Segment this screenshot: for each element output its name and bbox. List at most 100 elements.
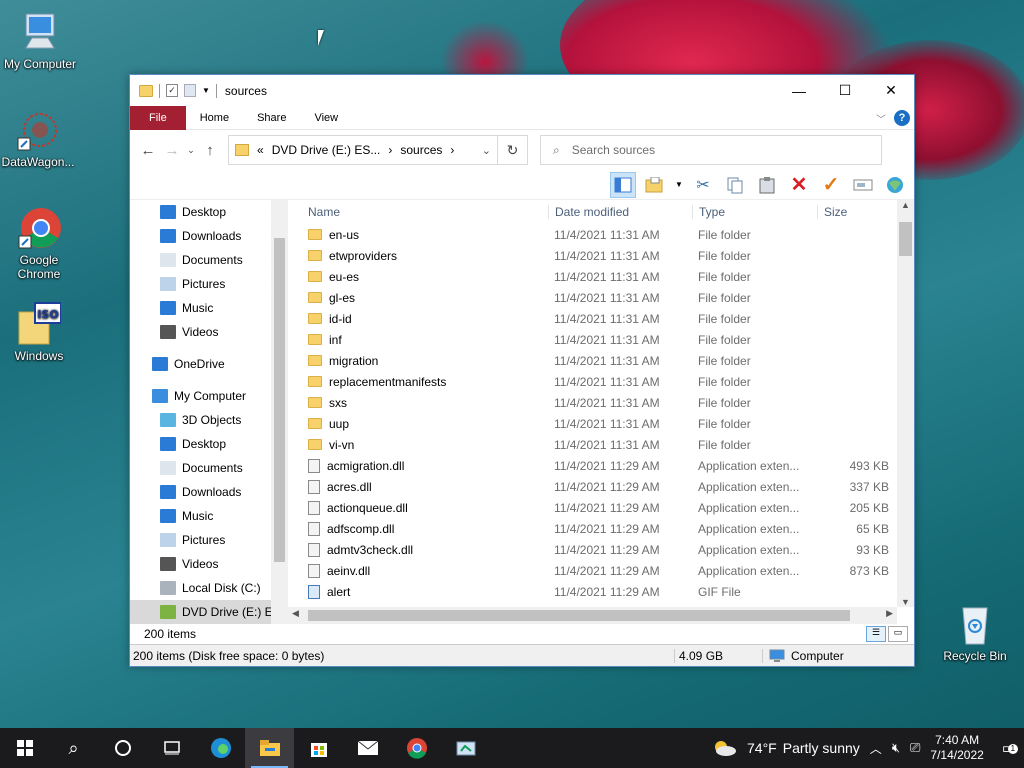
- sidebar-item[interactable]: Videos: [130, 320, 288, 344]
- scroll-down-arrow-icon[interactable]: ▼: [897, 597, 914, 607]
- table-row[interactable]: inf 11/4/2021 11:31 AM File folder: [288, 329, 914, 350]
- sidebar-item[interactable]: Documents📌︎: [130, 248, 288, 272]
- sidebar-item[interactable]: Downloads📌︎: [130, 224, 288, 248]
- tab-share[interactable]: Share: [243, 106, 300, 130]
- app-window-icon[interactable]: [441, 728, 490, 768]
- table-row[interactable]: vi-vn 11/4/2021 11:31 AM File folder: [288, 434, 914, 455]
- weather-cloud-icon[interactable]: [711, 739, 737, 757]
- minimize-button[interactable]: —: [776, 76, 822, 106]
- help-icon[interactable]: ?: [894, 110, 910, 126]
- breadcrumb-drive[interactable]: DVD Drive (E:) ES...: [272, 143, 381, 157]
- edge-icon[interactable]: [196, 728, 245, 768]
- search-input[interactable]: ⌕ Search sources: [540, 135, 882, 165]
- rename-icon[interactable]: [850, 172, 876, 198]
- table-row[interactable]: replacementmanifests 11/4/2021 11:31 AM Fi…: [288, 371, 914, 392]
- scroll-right-arrow-icon[interactable]: ▶: [886, 608, 893, 619]
- table-row[interactable]: id-id 11/4/2021 11:31 AM File folder: [288, 308, 914, 329]
- new-folder-icon[interactable]: [642, 172, 668, 198]
- nav-scrollbar[interactable]: [271, 200, 288, 624]
- cut-icon[interactable]: ✂: [690, 172, 716, 198]
- tab-view[interactable]: View: [300, 106, 352, 130]
- copy-icon[interactable]: [722, 172, 748, 198]
- address-dropdown-chevron-icon[interactable]: ⌄: [482, 144, 491, 157]
- column-size[interactable]: Size: [817, 205, 889, 219]
- new-folder-icon[interactable]: [184, 84, 196, 97]
- show-hidden-icons-chevron-icon[interactable]: ︿: [870, 740, 882, 757]
- refresh-button[interactable]: ↻: [498, 135, 528, 165]
- large-icons-view-button[interactable]: ▭: [888, 626, 908, 642]
- scrollbar-thumb[interactable]: [308, 610, 850, 621]
- desktop-icon-datawagon[interactable]: DataWagon...: [0, 108, 78, 169]
- details-view-button[interactable]: ☰: [866, 626, 886, 642]
- new-item-dropdown[interactable]: ▼: [674, 172, 684, 198]
- task-view-icon[interactable]: [147, 728, 196, 768]
- table-row[interactable]: uup 11/4/2021 11:31 AM File folder: [288, 413, 914, 434]
- address-bar[interactable]: « DVD Drive (E:) ES... › sources › ⌄: [228, 135, 498, 165]
- table-row[interactable]: eu-es 11/4/2021 11:31 AM File folder: [288, 266, 914, 287]
- forward-button[interactable]: →: [160, 142, 184, 159]
- weather-desc[interactable]: Partly sunny: [783, 740, 860, 756]
- sidebar-item[interactable]: OneDrive: [130, 352, 288, 376]
- recent-locations-chevron-icon[interactable]: ⌄: [184, 145, 198, 156]
- table-row[interactable]: actionqueue.dll 11/4/2021 11:29 AM Applica…: [288, 497, 914, 518]
- column-name[interactable]: Name: [288, 205, 548, 219]
- table-row[interactable]: aeinv.dll 11/4/2021 11:29 AM Application e…: [288, 560, 914, 581]
- table-row[interactable]: admtv3check.dll 11/4/2021 11:29 AM Applica…: [288, 539, 914, 560]
- sidebar-item[interactable]: 3D Objects: [130, 408, 288, 432]
- desktop-icon-chrome[interactable]: Google Chrome: [0, 206, 79, 281]
- store-icon[interactable]: [294, 728, 343, 768]
- table-row[interactable]: etwproviders 11/4/2021 11:31 AM File folde…: [288, 245, 914, 266]
- mail-icon[interactable]: [343, 728, 392, 768]
- notification-icon[interactable]: ▭1: [1002, 739, 1018, 757]
- sidebar-item[interactable]: DVD Drive (E:) ES: [130, 600, 288, 624]
- file-explorer-taskbar-icon[interactable]: [245, 728, 294, 768]
- cortana-icon[interactable]: [98, 728, 147, 768]
- volume-muted-icon[interactable]: 🔇︎: [892, 740, 900, 756]
- table-row[interactable]: sxs 11/4/2021 11:31 AM File folder: [288, 392, 914, 413]
- chrome-icon[interactable]: [392, 728, 441, 768]
- sidebar-item[interactable]: Desktop: [130, 432, 288, 456]
- back-button[interactable]: ←: [136, 142, 160, 159]
- sidebar-item[interactable]: Documents: [130, 456, 288, 480]
- scrollbar-thumb[interactable]: [899, 222, 912, 256]
- table-row[interactable]: alert 11/4/2021 11:29 AM GIF File: [288, 581, 914, 602]
- customize-toolbar-dropdown[interactable]: ▼: [202, 86, 210, 95]
- search-icon[interactable]: ⌕: [49, 728, 98, 768]
- tab-file[interactable]: File: [130, 105, 186, 130]
- checkmark-icon[interactable]: ✓: [818, 172, 844, 198]
- paste-icon[interactable]: [754, 172, 780, 198]
- table-row[interactable]: acmigration.dll 11/4/2021 11:29 AM Applica…: [288, 455, 914, 476]
- horizontal-scrollbar[interactable]: ◀ ▶: [288, 607, 897, 624]
- sidebar-item[interactable]: Music: [130, 296, 288, 320]
- tab-home[interactable]: Home: [186, 106, 243, 130]
- sidebar-item[interactable]: Local Disk (C:): [130, 576, 288, 600]
- scroll-left-arrow-icon[interactable]: ◀: [292, 608, 299, 619]
- maximize-button[interactable]: ☐: [822, 76, 868, 106]
- sidebar-item[interactable]: Pictures: [130, 528, 288, 552]
- weather-temp[interactable]: 74°F: [747, 740, 777, 756]
- column-type[interactable]: Type: [692, 205, 817, 219]
- sidebar-item[interactable]: Downloads: [130, 480, 288, 504]
- table-row[interactable]: gl-es 11/4/2021 11:31 AM File folder: [288, 287, 914, 308]
- network-globe-icon[interactable]: [882, 172, 908, 198]
- table-row[interactable]: en-us 11/4/2021 11:31 AM File folder: [288, 224, 914, 245]
- navigation-pane-icon[interactable]: [610, 171, 636, 198]
- scrollbar-thumb[interactable]: [274, 238, 285, 562]
- table-row[interactable]: migration 11/4/2021 11:31 AM File folder: [288, 350, 914, 371]
- start-button[interactable]: [0, 728, 49, 768]
- sidebar-item[interactable]: Videos: [130, 552, 288, 576]
- vertical-scrollbar[interactable]: ▲ ▼: [897, 200, 914, 607]
- network-icon[interactable]: ⎚: [910, 740, 920, 756]
- table-row[interactable]: adfscomp.dll 11/4/2021 11:29 AM Applicatio…: [288, 518, 914, 539]
- desktop-icon-recycle-bin[interactable]: Recycle Bin: [935, 602, 1015, 663]
- clock[interactable]: 7:40 AM 7/14/2022: [930, 733, 983, 763]
- sidebar-item[interactable]: Pictures📌︎: [130, 272, 288, 296]
- column-date-modified[interactable]: Date modified: [548, 205, 692, 219]
- up-button[interactable]: ↑: [198, 142, 222, 159]
- breadcrumb-folder[interactable]: sources: [400, 143, 442, 157]
- desktop-icon-my-computer[interactable]: My Computer: [0, 10, 80, 71]
- desktop-icon-windows-iso[interactable]: ISO Windows: [0, 302, 79, 363]
- expand-ribbon-chevron-icon[interactable]: ﹀: [876, 111, 886, 126]
- scroll-up-arrow-icon[interactable]: ▲: [897, 200, 914, 210]
- sidebar-item[interactable]: My Computer: [130, 384, 288, 408]
